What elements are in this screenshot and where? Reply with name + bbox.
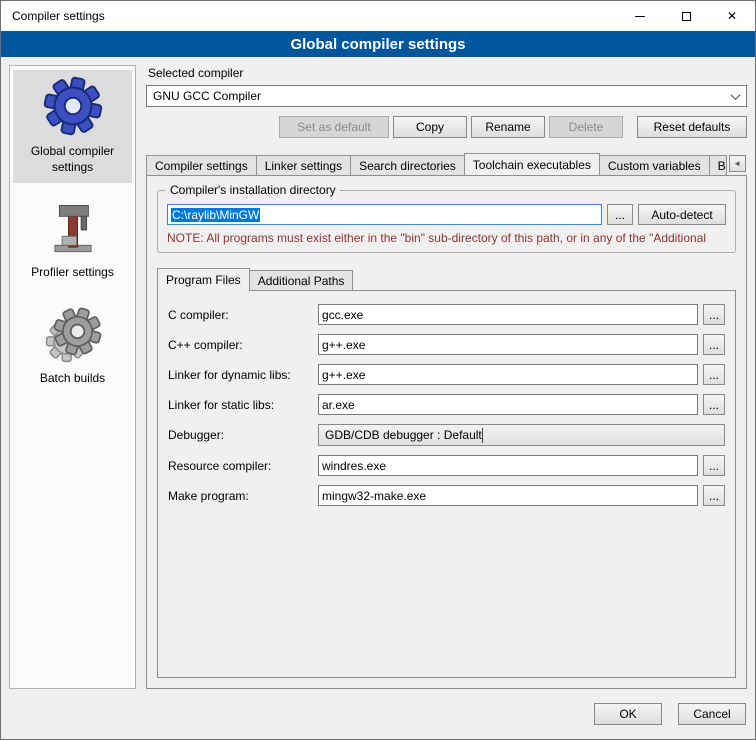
make-program-browse-button[interactable]: ... [703, 485, 725, 506]
close-icon: ✕ [727, 10, 737, 22]
selected-compiler-dropdown[interactable]: GNU GCC Compiler [146, 85, 747, 107]
sidebar-item-label: Profiler settings [31, 265, 114, 281]
field-value: gcc.exe [322, 308, 363, 322]
dialog-heading: Global compiler settings [1, 31, 755, 57]
form-row-linker-dynamic: Linker for dynamic libs: g++.exe ... [168, 364, 725, 385]
chevron-down-icon [482, 428, 483, 442]
field-label: Linker for static libs: [168, 398, 318, 412]
subtab-additional-paths[interactable]: Additional Paths [249, 270, 354, 290]
field-label: Resource compiler: [168, 459, 318, 473]
tab-scroll-controls: ◄ ► [726, 155, 747, 175]
field-label: Make program: [168, 489, 318, 503]
blue-gear-icon [42, 75, 104, 137]
form-row-debugger: Debugger: GDB/CDB debugger : Default [168, 424, 725, 446]
dialog-footer: OK Cancel [1, 697, 755, 739]
compiler-settings-dialog: Compiler settings ✕ Global compiler sett… [0, 0, 756, 740]
installation-directory-groupbox: Compiler's installation directory C:\ray… [157, 190, 736, 253]
sidebar-item-profiler-settings[interactable]: Profiler settings [13, 195, 132, 289]
tab-custom-variables[interactable]: Custom variables [599, 155, 710, 175]
form-row-resource-compiler: Resource compiler: windres.exe ... [168, 455, 725, 476]
c-compiler-browse-button[interactable]: ... [703, 304, 725, 325]
installation-directory-value: C:\raylib\MinGW [171, 208, 260, 222]
tab-scroll-left-button[interactable]: ◄ [729, 155, 746, 172]
linker-static-browse-button[interactable]: ... [703, 394, 725, 415]
selected-compiler-value: GNU GCC Compiler [153, 89, 261, 103]
compiler-actions: Set as default Copy Rename Delete Reset … [146, 116, 747, 138]
field-label: Linker for dynamic libs: [168, 368, 318, 382]
gray-gear-icon [44, 306, 102, 364]
field-label: C compiler: [168, 308, 318, 322]
form-row-cpp-compiler: C++ compiler: g++.exe ... [168, 334, 725, 355]
settings-tabstrip: Compiler settings Linker settings Search… [146, 152, 747, 175]
c-compiler-input[interactable]: gcc.exe [318, 304, 698, 325]
debugger-dropdown[interactable]: GDB/CDB debugger : Default [318, 424, 725, 446]
toolchain-executables-panel: Compiler's installation directory C:\ray… [146, 175, 747, 689]
rename-button[interactable]: Rename [471, 116, 545, 138]
maximize-icon [682, 12, 691, 21]
window-title: Compiler settings [1, 1, 617, 31]
maximize-button[interactable] [663, 1, 709, 31]
make-program-input[interactable]: mingw32-make.exe [318, 485, 698, 506]
field-value: windres.exe [322, 459, 386, 473]
minimize-icon [635, 16, 645, 17]
installation-directory-label: Compiler's installation directory [166, 183, 340, 197]
set-as-default-button[interactable]: Set as default [279, 116, 389, 138]
installation-directory-browse-button[interactable]: ... [607, 204, 633, 225]
subtab-program-files[interactable]: Program Files [157, 268, 250, 291]
titlebar: Compiler settings ✕ [1, 1, 755, 31]
chevron-down-icon [726, 87, 745, 105]
linker-dynamic-input[interactable]: g++.exe [318, 364, 698, 385]
settings-category-sidebar: Global compiler settings Profiler settin… [9, 65, 136, 689]
minimize-button[interactable] [617, 1, 663, 31]
ok-button[interactable]: OK [594, 703, 662, 725]
tab-compiler-settings[interactable]: Compiler settings [146, 155, 257, 175]
linker-dynamic-browse-button[interactable]: ... [703, 364, 725, 385]
main-content: Selected compiler GNU GCC Compiler Set a… [146, 65, 747, 689]
installation-directory-input[interactable]: C:\raylib\MinGW [167, 204, 602, 225]
auto-detect-button[interactable]: Auto-detect [638, 204, 726, 225]
tab-build-options-clipped[interactable]: Buil [709, 155, 727, 175]
sidebar-item-label: Batch builds [40, 371, 105, 387]
linker-static-input[interactable]: ar.exe [318, 394, 698, 415]
sidebar-item-label: Global compiler settings [15, 144, 130, 175]
reset-defaults-button[interactable]: Reset defaults [637, 116, 747, 138]
cpp-compiler-browse-button[interactable]: ... [703, 334, 725, 355]
tab-toolchain-executables[interactable]: Toolchain executables [464, 153, 600, 175]
field-value: g++.exe [322, 338, 365, 352]
field-value: g++.exe [322, 368, 365, 382]
field-value: GDB/CDB debugger : Default [325, 428, 482, 442]
toolchain-subtabstrip: Program Files Additional Paths [157, 268, 736, 290]
resource-compiler-input[interactable]: windres.exe [318, 455, 698, 476]
form-row-c-compiler: C compiler: gcc.exe ... [168, 304, 725, 325]
tab-linker-settings[interactable]: Linker settings [256, 155, 351, 175]
field-label: Debugger: [168, 428, 318, 442]
field-value: mingw32-make.exe [322, 489, 426, 503]
cpp-compiler-input[interactable]: g++.exe [318, 334, 698, 355]
form-row-linker-static: Linker for static libs: ar.exe ... [168, 394, 725, 415]
delete-button[interactable]: Delete [549, 116, 623, 138]
field-label: C++ compiler: [168, 338, 318, 352]
installation-note: NOTE: All programs must exist either in … [167, 231, 726, 245]
form-row-make-program: Make program: mingw32-make.exe ... [168, 485, 725, 506]
selected-compiler-label: Selected compiler [148, 66, 747, 80]
tab-search-directories[interactable]: Search directories [350, 155, 465, 175]
sidebar-item-batch-builds[interactable]: Batch builds [13, 301, 132, 395]
sidebar-item-global-compiler-settings[interactable]: Global compiler settings [13, 70, 132, 183]
field-value: ar.exe [322, 398, 355, 412]
copy-button[interactable]: Copy [393, 116, 467, 138]
profiler-icon [44, 200, 102, 258]
resource-compiler-browse-button[interactable]: ... [703, 455, 725, 476]
close-button[interactable]: ✕ [709, 1, 755, 31]
cancel-button[interactable]: Cancel [678, 703, 746, 725]
program-files-panel: C compiler: gcc.exe ... C++ compiler: [157, 290, 736, 678]
